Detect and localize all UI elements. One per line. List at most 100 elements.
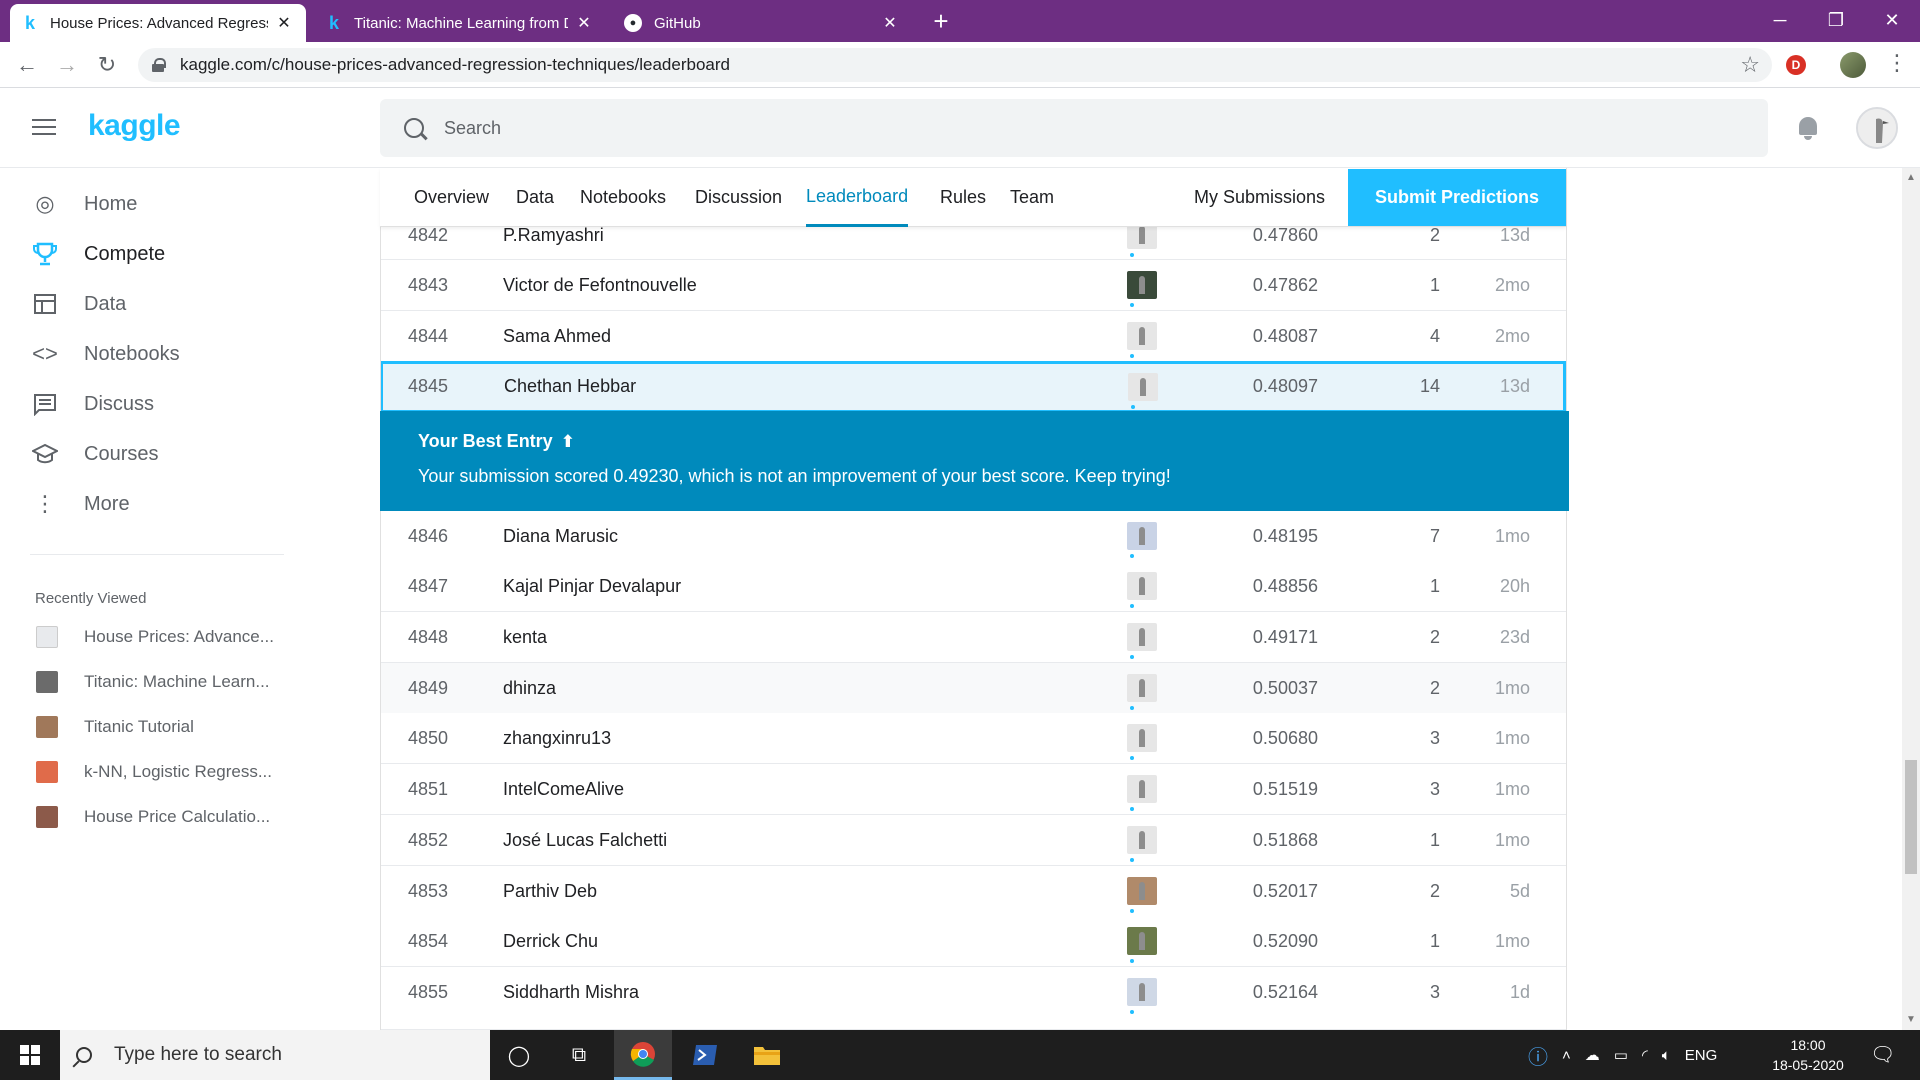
tab-discussion[interactable]: Discussion (695, 168, 782, 227)
leaderboard-row[interactable]: 4847 Kajal Pinjar Devalapur 0.48856 1 20… (380, 561, 1566, 612)
team-name-cell[interactable]: Kajal Pinjar Devalapur (503, 561, 681, 611)
chrome-taskbar-icon[interactable] (614, 1030, 672, 1080)
language-indicator[interactable]: ENG (1685, 1047, 1718, 1064)
leaderboard-row[interactable]: 4853 Parthiv Deb 0.52017 2 5d (380, 866, 1566, 917)
powershell-icon[interactable] (676, 1030, 734, 1080)
sidebar-item-more[interactable]: ⋮ More (30, 484, 130, 524)
team-name-cell[interactable]: Parthiv Deb (503, 866, 597, 916)
action-center-icon[interactable]: 🗨︎ (1870, 1042, 1895, 1067)
my-submissions-link[interactable]: My Submissions (1194, 168, 1325, 227)
avatar[interactable] (1127, 271, 1157, 299)
file-explorer-icon[interactable] (738, 1030, 796, 1080)
cortana-icon[interactable]: ◯ (490, 1030, 548, 1080)
battery-icon[interactable]: ▭ (1614, 1046, 1628, 1064)
leaderboard-row[interactable]: 4848 kenta 0.49171 2 23d (380, 612, 1566, 663)
recent-item[interactable]: House Price Calculatio... (36, 802, 270, 832)
leaderboard-row[interactable]: 4850 zhangxinru13 0.50680 3 1mo (380, 713, 1566, 764)
minimize-window-icon[interactable]: ─ (1752, 0, 1808, 40)
sidebar-item-discuss[interactable]: Discuss (30, 384, 154, 424)
avatar[interactable] (1127, 572, 1157, 600)
team-name-cell[interactable]: Diana Marusic (503, 511, 618, 561)
scrollbar-thumb[interactable] (1905, 760, 1917, 874)
team-name-cell[interactable]: Chethan Hebbar (504, 361, 636, 411)
sidebar-item-home[interactable]: ◎ Home (30, 184, 137, 224)
notifications-bell-icon[interactable] (1796, 115, 1820, 141)
volume-icon[interactable]: 🔈︎ (1662, 1047, 1671, 1064)
close-window-icon[interactable]: ✕ (1864, 0, 1920, 40)
restore-window-icon[interactable]: ❐ (1808, 0, 1864, 40)
kaggle-logo[interactable]: kaggle (88, 109, 181, 143)
onedrive-icon[interactable]: ☁ (1585, 1046, 1600, 1064)
team-name-cell[interactable]: zhangxinru13 (503, 713, 611, 763)
avatar[interactable] (1127, 826, 1157, 854)
leaderboard-row[interactable]: 4855 Siddharth Mishra 0.52164 3 1d (380, 967, 1566, 1018)
recent-item[interactable]: Titanic: Machine Learn... (36, 667, 270, 697)
recent-item[interactable]: Titanic Tutorial (36, 712, 194, 742)
bookmark-star-icon[interactable]: ☆ (1740, 52, 1760, 78)
leaderboard-row[interactable]: 4844 Sama Ahmed 0.48087 4 2mo (380, 311, 1566, 362)
close-tab-icon[interactable]: ✕ (574, 13, 594, 33)
sidebar-item-courses[interactable]: Courses (30, 434, 158, 474)
recent-item[interactable]: k-NN, Logistic Regress... (36, 757, 272, 787)
sidebar-item-notebooks[interactable]: <> Notebooks (30, 334, 179, 374)
start-button[interactable] (0, 1030, 60, 1080)
team-name-cell[interactable]: Derrick Chu (503, 916, 598, 966)
tab-data[interactable]: Data (516, 168, 554, 227)
forward-arrow-icon[interactable]: → (50, 48, 84, 82)
recent-item[interactable]: House Prices: Advance... (36, 622, 274, 652)
sidebar-item-data[interactable]: Data (30, 284, 126, 324)
task-view-icon[interactable]: ⧉ (550, 1030, 608, 1080)
leaderboard-row[interactable]: 4852 José Lucas Falchetti 0.51868 1 1mo (380, 815, 1566, 866)
tab-overview[interactable]: Overview (414, 168, 489, 227)
browser-tab-titanic[interactable]: k Titanic: Machine Learning from D ✕ (314, 4, 606, 42)
show-hidden-icons-icon[interactable]: ˄ (1562, 1047, 1571, 1064)
avatar[interactable] (1127, 877, 1157, 905)
sidebar-item-compete[interactable]: Compete (30, 234, 165, 274)
avatar[interactable] (1127, 522, 1157, 550)
extension-icon[interactable]: D (1786, 55, 1806, 75)
system-clock[interactable]: 18:00 18-05-2020 (1768, 1035, 1848, 1075)
taskbar-search-input[interactable]: Type here to search (60, 1030, 490, 1080)
tab-team[interactable]: Team (1010, 168, 1054, 227)
leaderboard-row[interactable]: 4846 Diana Marusic 0.48195 7 1mo (380, 511, 1566, 562)
browser-tab-github[interactable]: ● GitHub ✕ (612, 4, 912, 42)
avatar[interactable] (1127, 775, 1157, 803)
team-name-cell[interactable]: Sama Ahmed (503, 311, 611, 361)
user-avatar[interactable] (1856, 107, 1898, 149)
avatar[interactable] (1127, 322, 1157, 350)
avatar[interactable] (1127, 724, 1157, 752)
team-name-cell[interactable]: José Lucas Falchetti (503, 815, 667, 865)
new-tab-button[interactable]: + (923, 4, 959, 38)
tab-notebooks[interactable]: Notebooks (580, 168, 666, 227)
browser-menu-icon[interactable]: ⋮ (1886, 50, 1908, 76)
leaderboard-row[interactable]: 4854 Derrick Chu 0.52090 1 1mo (380, 916, 1566, 967)
tab-leaderboard[interactable]: Leaderboard (806, 168, 909, 227)
browser-profile-avatar[interactable] (1840, 52, 1866, 78)
wifi-icon[interactable]: ◜ (1642, 1046, 1648, 1064)
avatar[interactable] (1127, 927, 1157, 955)
team-name-cell[interactable]: dhinza (503, 663, 556, 713)
help-icon[interactable]: ⓘ (1528, 1041, 1548, 1070)
leaderboard-row-my-team[interactable]: 4845 Chethan Hebbar 0.48097 14 13d (380, 361, 1566, 413)
page-scrollbar[interactable] (1902, 168, 1920, 1030)
hamburger-menu-icon[interactable] (32, 119, 56, 137)
search-input[interactable]: Search (380, 99, 1768, 157)
leaderboard-row[interactable]: 4851 IntelComeAlive 0.51519 3 1mo (380, 764, 1566, 815)
leaderboard-row[interactable]: 4843 Victor de Fefontnouvelle 0.47862 1 … (380, 260, 1566, 311)
team-name-cell[interactable]: Siddharth Mishra (503, 967, 639, 1017)
close-tab-icon[interactable]: ✕ (880, 13, 900, 33)
avatar[interactable] (1127, 978, 1157, 1006)
avatar[interactable] (1128, 373, 1158, 401)
team-name-cell[interactable]: IntelComeAlive (503, 764, 624, 814)
browser-tab-house-prices[interactable]: k House Prices: Advanced Regressi ✕ (10, 4, 306, 42)
avatar[interactable] (1127, 674, 1157, 702)
tab-rules[interactable]: Rules (940, 168, 986, 227)
scroll-down-icon[interactable]: ▼ (1906, 1014, 1916, 1025)
back-arrow-icon[interactable]: ← (10, 48, 44, 82)
reload-icon[interactable]: ↻ (90, 48, 124, 82)
avatar[interactable] (1127, 623, 1157, 651)
scroll-up-icon[interactable]: ▲ (1906, 172, 1916, 183)
submit-predictions-button[interactable]: Submit Predictions (1348, 169, 1566, 226)
team-name-cell[interactable]: kenta (503, 612, 547, 662)
close-tab-icon[interactable]: ✕ (274, 13, 294, 33)
